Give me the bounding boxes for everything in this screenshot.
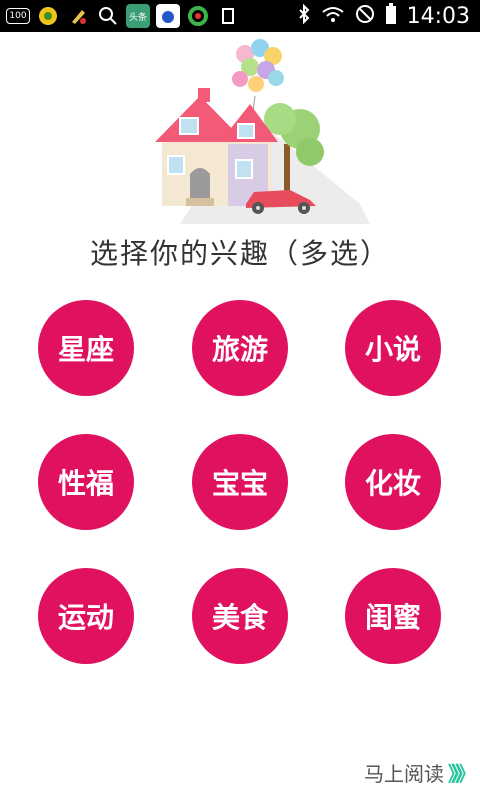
status-left-icons: 100 头条 — [6, 4, 240, 28]
read-now-button[interactable]: 马上阅读 》》》 — [364, 758, 476, 787]
status-right-icons: 14:03 — [297, 0, 470, 32]
clock: 14:03 — [406, 3, 470, 29]
battery-icon — [385, 3, 397, 29]
cleaner-icon — [66, 4, 90, 28]
interest-option-food[interactable]: 美食 — [192, 568, 288, 664]
interest-option-novel[interactable]: 小说 — [345, 300, 441, 396]
interest-option-sports[interactable]: 运动 — [38, 568, 134, 664]
house-icon — [155, 88, 278, 206]
interest-option-travel[interactable]: 旅游 — [192, 300, 288, 396]
search-icon — [96, 4, 120, 28]
do-not-disturb-icon — [355, 4, 375, 28]
page-title: 选择你的兴趣（多选） — [89, 237, 390, 270]
read-now-label: 马上阅读 — [364, 762, 444, 786]
interest-option-astrology[interactable]: 星座 — [38, 300, 134, 396]
baidu-icon — [156, 4, 180, 28]
chevron-right-icon: 》》》 — [448, 762, 476, 786]
status-bar: 100 头条 14:03 — [0, 0, 480, 32]
house-illustration — [155, 39, 370, 224]
interest-option-makeup[interactable]: 化妆 — [345, 434, 441, 530]
sim-icon — [216, 4, 240, 28]
interest-option-girlfriends[interactable]: 闺蜜 — [345, 568, 441, 664]
interest-option-baby[interactable]: 宝宝 — [192, 434, 288, 530]
app-icon — [36, 4, 60, 28]
interest-option-sex[interactable]: 性福 — [38, 434, 134, 530]
battery-badge-icon: 100 — [6, 8, 30, 24]
news-app-icon: 头条 — [126, 4, 150, 28]
bluetooth-icon — [297, 3, 311, 28]
browser-icon — [186, 4, 210, 28]
wifi-icon — [321, 4, 345, 28]
